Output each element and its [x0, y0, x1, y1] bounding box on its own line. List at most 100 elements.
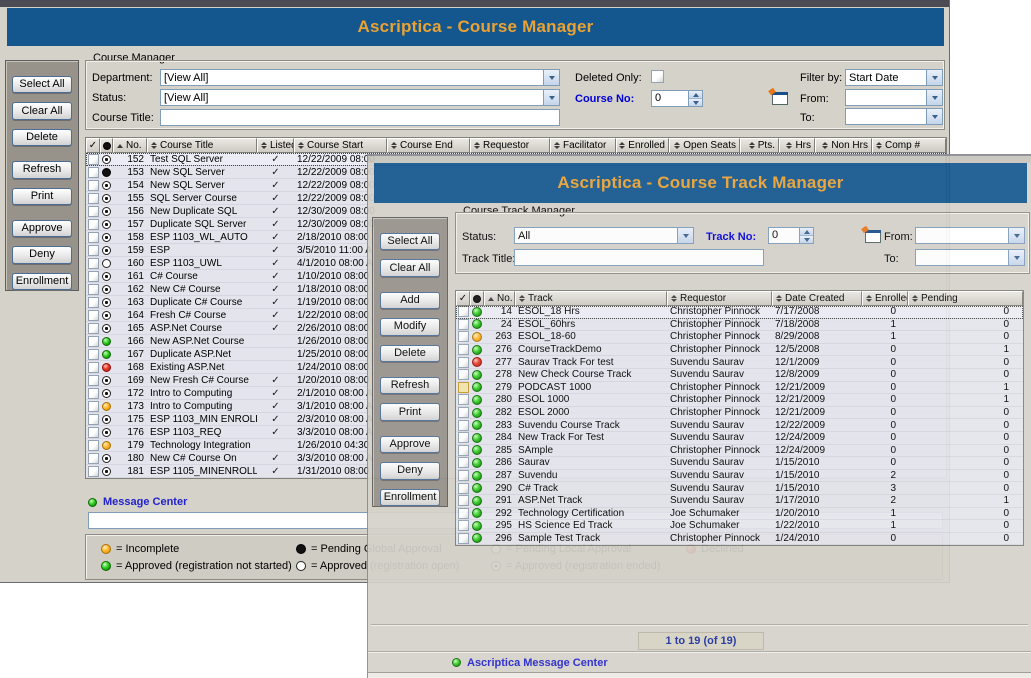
status-column-header[interactable]	[470, 291, 484, 306]
col-header-no[interactable]: No.	[484, 291, 515, 306]
row-checkbox[interactable]	[458, 457, 469, 468]
message-center-field[interactable]	[368, 672, 1031, 678]
table-row[interactable]: 284 New Track For Test Suvendu Saurav 12…	[456, 432, 1023, 445]
table-row[interactable]: 263 ESOL_18-60 Christopher Pinnock 8/29/…	[456, 331, 1023, 344]
course-title-input[interactable]	[160, 109, 560, 126]
col-header-enrolled[interactable]: Enrolled	[616, 138, 669, 153]
row-checkbox[interactable]	[88, 284, 99, 295]
row-checkbox[interactable]	[88, 336, 99, 347]
col-header-requestor[interactable]: Requestor	[667, 291, 772, 306]
row-checkbox[interactable]	[88, 258, 99, 269]
chevron-down-icon[interactable]	[926, 90, 942, 105]
row-checkbox[interactable]	[88, 466, 99, 477]
col-header-no[interactable]: No.	[113, 138, 147, 153]
chevron-down-icon[interactable]	[543, 90, 559, 105]
table-row[interactable]: 277 Saurav Track For test Suvendu Saurav…	[456, 356, 1023, 369]
col-header-date-created[interactable]: Date Created	[772, 291, 862, 306]
chevron-down-icon[interactable]	[926, 109, 942, 124]
table-row[interactable]: 276 CourseTrackDemo Christopher Pinnock …	[456, 344, 1023, 357]
action-button[interactable]: Refresh	[12, 161, 72, 178]
col-header-pending[interactable]: Pending	[908, 291, 1023, 306]
status-select[interactable]: [View All]	[160, 89, 560, 106]
col-header-listed[interactable]: Listed	[257, 138, 294, 153]
chevron-down-icon[interactable]	[1008, 250, 1024, 265]
row-checkbox[interactable]	[88, 206, 99, 217]
filter-by-select[interactable]: Start Date	[845, 69, 943, 86]
message-center-bar[interactable]: Ascriptica Message Center	[452, 656, 1022, 669]
chevron-down-icon[interactable]	[677, 228, 693, 243]
to-select[interactable]	[845, 108, 943, 125]
stepper-arrows[interactable]	[688, 91, 702, 106]
col-header-hrs[interactable]: Hrs	[779, 138, 815, 153]
course-no-stepper[interactable]: 0	[651, 90, 703, 107]
col-header-facilitator[interactable]: Facilitator	[550, 138, 616, 153]
stepper-arrows[interactable]	[799, 228, 813, 243]
row-checkbox[interactable]	[458, 319, 469, 330]
table-row[interactable]: 24 ESOL_60hrs Christopher Pinnock 7/18/2…	[456, 319, 1023, 332]
action-button[interactable]: Print	[380, 403, 440, 420]
row-checkbox[interactable]	[458, 394, 469, 405]
calendar-icon[interactable]	[772, 92, 788, 105]
table-row[interactable]: 286 Saurav Suvendu Saurav 1/15/2010 0 0	[456, 457, 1023, 470]
col-header-pts[interactable]: Pts.	[740, 138, 779, 153]
row-checkbox[interactable]	[88, 375, 99, 386]
col-header-course-end[interactable]: Course End	[387, 138, 470, 153]
action-button[interactable]: Enrollment	[380, 489, 440, 506]
action-button[interactable]: Delete	[380, 345, 440, 362]
from-select[interactable]	[915, 227, 1025, 244]
calendar-icon[interactable]	[865, 230, 881, 243]
table-row[interactable]: 282 ESOL 2000 Christopher Pinnock 12/21/…	[456, 407, 1023, 420]
deleted-only-checkbox[interactable]	[651, 70, 664, 83]
row-checkbox[interactable]	[88, 349, 99, 360]
action-button[interactable]: Enrollment	[12, 273, 72, 290]
table-row[interactable]: 279 PODCAST 1000 Christopher Pinnock 12/…	[456, 382, 1023, 395]
col-header-enrolled[interactable]: Enrolled	[862, 291, 908, 306]
action-button[interactable]: Refresh	[380, 377, 440, 394]
table-row[interactable]: 14 ESOL_18 Hrs Christopher Pinnock 7/17/…	[456, 306, 1023, 319]
row-checkbox[interactable]	[88, 297, 99, 308]
row-checkbox[interactable]	[88, 401, 99, 412]
row-checkbox[interactable]	[88, 440, 99, 451]
select-column-header[interactable]: ✓	[86, 138, 100, 153]
track-no-stepper[interactable]: 0	[768, 227, 814, 244]
row-checkbox[interactable]	[458, 407, 469, 418]
action-button[interactable]: Approve	[380, 436, 440, 453]
row-checkbox[interactable]	[458, 495, 469, 506]
row-checkbox[interactable]	[458, 520, 469, 531]
chevron-down-icon[interactable]	[926, 70, 942, 85]
status-select[interactable]: All	[514, 227, 694, 244]
row-checkbox[interactable]	[458, 369, 469, 380]
action-button[interactable]: Deny	[380, 462, 440, 479]
row-checkbox[interactable]	[458, 344, 469, 355]
table-row[interactable]: 278 New Check Course Track Suvendu Saura…	[456, 369, 1023, 382]
col-header-course-start[interactable]: Course Start	[294, 138, 387, 153]
row-checkbox[interactable]	[458, 483, 469, 494]
row-checkbox[interactable]	[88, 193, 99, 204]
row-checkbox[interactable]	[88, 245, 99, 256]
row-checkbox[interactable]	[88, 219, 99, 230]
action-button[interactable]: Select All	[12, 76, 72, 93]
from-select[interactable]	[845, 89, 943, 106]
row-checkbox[interactable]	[88, 232, 99, 243]
row-checkbox[interactable]	[458, 382, 469, 393]
row-checkbox[interactable]	[88, 453, 99, 464]
row-checkbox[interactable]	[458, 508, 469, 519]
row-checkbox[interactable]	[88, 323, 99, 334]
row-checkbox[interactable]	[88, 167, 99, 178]
action-button[interactable]: Delete	[12, 129, 72, 146]
col-header-track[interactable]: Track	[515, 291, 667, 306]
row-checkbox[interactable]	[458, 357, 469, 368]
row-checkbox[interactable]	[88, 427, 99, 438]
select-column-header[interactable]: ✓	[456, 291, 470, 306]
row-checkbox[interactable]	[458, 306, 469, 317]
row-checkbox[interactable]	[458, 432, 469, 443]
table-row[interactable]: 295 HS Science Ed Track Joe Schumaker 1/…	[456, 520, 1023, 533]
action-button[interactable]: Clear All	[12, 102, 72, 119]
table-row[interactable]: 296 Sample Test Track Christopher Pinnoc…	[456, 533, 1023, 546]
table-row[interactable]: 280 ESOL 1000 Christopher Pinnock 12/21/…	[456, 394, 1023, 407]
row-checkbox[interactable]	[458, 445, 469, 456]
track-title-input[interactable]	[514, 249, 764, 266]
row-checkbox[interactable]	[458, 420, 469, 431]
col-header-comp[interactable]: Comp #	[872, 138, 946, 153]
message-center-link[interactable]: Message Center	[103, 496, 187, 508]
